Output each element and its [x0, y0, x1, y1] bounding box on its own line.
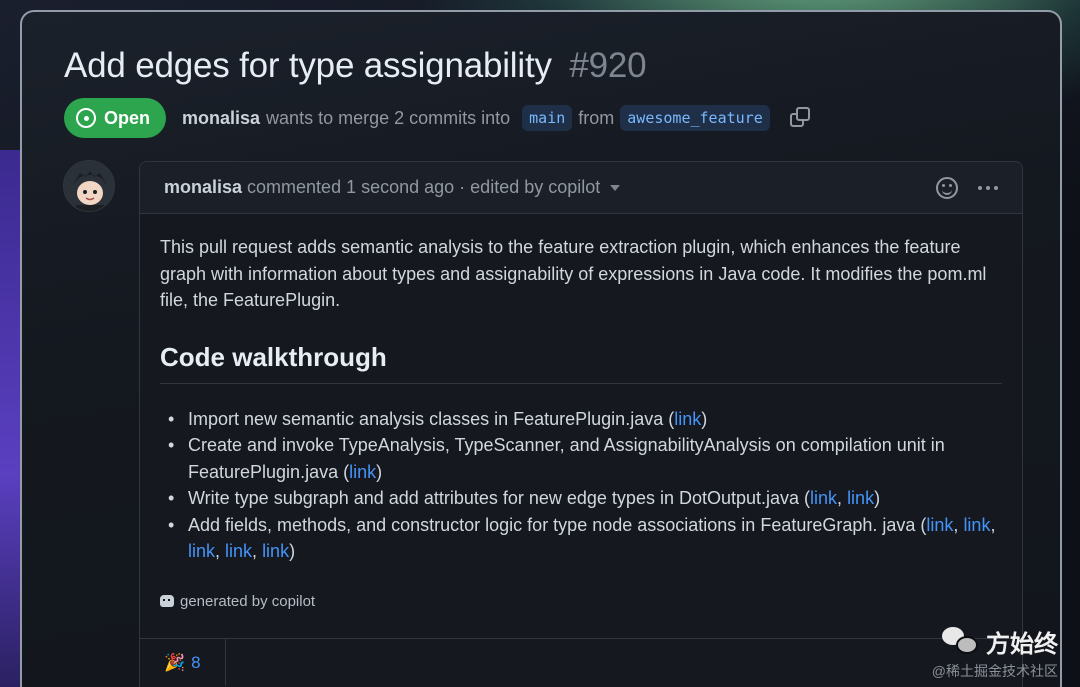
avatar[interactable] — [63, 160, 115, 212]
comment-box: monalisa commented 1 second ago · edited… — [139, 161, 1024, 687]
comment-body: This pull request adds semantic analysis… — [140, 214, 1022, 610]
list-item-text: Create and invoke TypeAnalysis, TypeScan… — [188, 435, 945, 482]
pr-meta: Open monalisa wants to merge 2 commits i… — [64, 98, 812, 138]
item-link[interactable]: link — [926, 515, 953, 535]
list-item: Import new semantic analysis classes in … — [168, 406, 1008, 433]
party-popper-icon: 🎉 — [164, 652, 186, 672]
list-item: Create and invoke TypeAnalysis, TypeScan… — [168, 432, 1008, 485]
reaction-count: 8 — [191, 652, 201, 672]
list-item-close: ) — [289, 541, 296, 561]
item-link[interactable]: link — [225, 541, 252, 561]
item-link[interactable]: link — [188, 541, 215, 561]
walkthrough-heading: Code walkthrough — [160, 342, 1002, 384]
merge-text: wants to merge 2 commits into — [266, 107, 511, 128]
comment-header: monalisa commented 1 second ago · edited… — [140, 162, 1022, 214]
edited-by[interactable]: · edited by copilot — [459, 177, 600, 198]
watermark-name: 方始终 — [986, 631, 1058, 658]
item-link[interactable]: link — [847, 488, 874, 508]
smiley-icon[interactable] — [936, 176, 958, 199]
generated-note: generated by copilot — [160, 593, 1002, 610]
comment-author[interactable]: monalisa — [164, 177, 242, 198]
from-text: from — [578, 107, 615, 128]
kebab-icon[interactable] — [978, 185, 998, 190]
copy-icon[interactable] — [789, 107, 812, 129]
head-branch[interactable]: awesome_feature — [620, 105, 770, 131]
chevron-down-icon[interactable] — [610, 184, 621, 191]
pr-number: #920 — [569, 46, 647, 85]
list-item-text: Import new semantic analysis classes in … — [188, 408, 675, 429]
summary-text: This pull request adds semantic analysis… — [160, 237, 987, 310]
wechat-logo-icon — [942, 626, 980, 657]
item-link[interactable]: link — [674, 409, 701, 429]
watermark: 方始终 @稀土掘金技术社区 — [932, 624, 1058, 681]
open-circle-icon — [76, 108, 96, 128]
reactions-bar: 🎉 8 — [140, 638, 1024, 686]
item-link[interactable]: link — [963, 515, 990, 535]
pr-title-row: Add edges for type assignability #920 — [64, 46, 647, 86]
copilot-icon — [160, 595, 174, 607]
list-item-close: ) — [701, 408, 708, 429]
list-item: Write type subgraph and add attributes f… — [168, 485, 1008, 512]
status-badge: Open — [64, 98, 167, 138]
status-label: Open — [104, 107, 151, 128]
watermark-sub: @稀土掘金技术社区 — [931, 663, 1058, 679]
base-branch[interactable]: main — [522, 105, 573, 131]
pr-window: Add edges for type assignability #920 Op… — [20, 10, 1062, 687]
pr-title: Add edges for type assignability — [64, 46, 552, 85]
list-item: Add fields, methods, and constructor log… — [168, 512, 1008, 565]
item-link[interactable]: link — [262, 541, 289, 561]
item-link[interactable]: link — [349, 462, 376, 482]
comment-time[interactable]: commented 1 second ago — [247, 177, 454, 198]
item-link[interactable]: link — [810, 488, 837, 508]
reaction-button[interactable]: 🎉 8 — [140, 639, 226, 686]
list-item-close: ) — [376, 461, 383, 482]
list-item-text: Add fields, methods, and constructor log… — [188, 514, 927, 535]
walkthrough-list: Import new semantic analysis classes in … — [160, 406, 1002, 565]
pr-author-link[interactable]: monalisa — [182, 108, 260, 129]
generated-text: generated by copilot — [180, 592, 316, 610]
list-item-text: Write type subgraph and add attributes f… — [188, 488, 811, 508]
list-item-close: ) — [874, 488, 881, 508]
